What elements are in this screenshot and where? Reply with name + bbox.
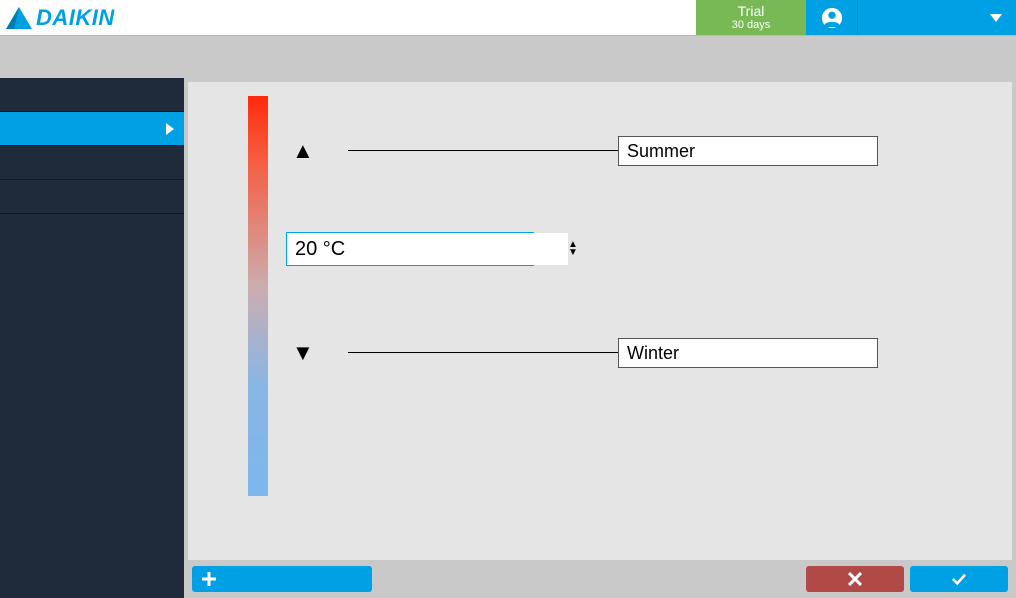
sidebar-item-3[interactable] — [0, 146, 184, 180]
sidebar — [0, 78, 184, 598]
add-button[interactable] — [192, 566, 372, 592]
connector-line-summer — [348, 150, 618, 151]
chevron-right-icon — [166, 123, 174, 135]
brand-logo: DAIKIN — [6, 5, 115, 31]
confirm-button[interactable] — [910, 566, 1008, 592]
main-area: ▲ ▼ ▲ ▼ — [184, 78, 1016, 598]
cancel-button[interactable] — [806, 566, 904, 592]
trial-badge[interactable]: Trial 30 days — [696, 0, 806, 35]
user-menu-dropdown[interactable] — [858, 0, 1016, 35]
plus-icon — [202, 572, 216, 586]
trial-label: Trial — [738, 3, 765, 20]
temperature-stepper[interactable]: ▲ ▼ — [286, 232, 534, 266]
chevron-down-icon — [990, 14, 1002, 22]
check-icon — [952, 572, 966, 586]
sidebar-item-2-active[interactable] — [0, 112, 184, 146]
footer-toolbar — [184, 560, 1016, 598]
close-icon — [848, 572, 862, 586]
connector-line-winter — [348, 352, 618, 353]
winter-label-input[interactable] — [618, 338, 878, 368]
daikin-logo-icon — [6, 7, 32, 29]
spinner-down-icon[interactable]: ▼ — [568, 249, 578, 257]
header-substrip — [0, 36, 1016, 78]
arrow-down-icon: ▼ — [292, 342, 314, 364]
user-avatar-button[interactable] — [806, 0, 858, 35]
temperature-spinner[interactable]: ▲ ▼ — [568, 233, 582, 265]
content-panel: ▲ ▼ ▲ ▼ — [188, 82, 1012, 560]
sidebar-item-4[interactable] — [0, 180, 184, 214]
temperature-input[interactable] — [287, 233, 568, 265]
trial-duration: 30 days — [732, 19, 771, 32]
user-icon — [821, 7, 843, 29]
logo-area: DAIKIN — [0, 0, 696, 35]
app-header: DAIKIN Trial 30 days — [0, 0, 1016, 36]
arrow-up-icon: ▲ — [292, 140, 314, 162]
brand-name: DAIKIN — [36, 5, 115, 31]
temperature-gradient-bar — [248, 96, 268, 496]
summer-label-input[interactable] — [618, 136, 878, 166]
sidebar-item-1[interactable] — [0, 78, 184, 112]
